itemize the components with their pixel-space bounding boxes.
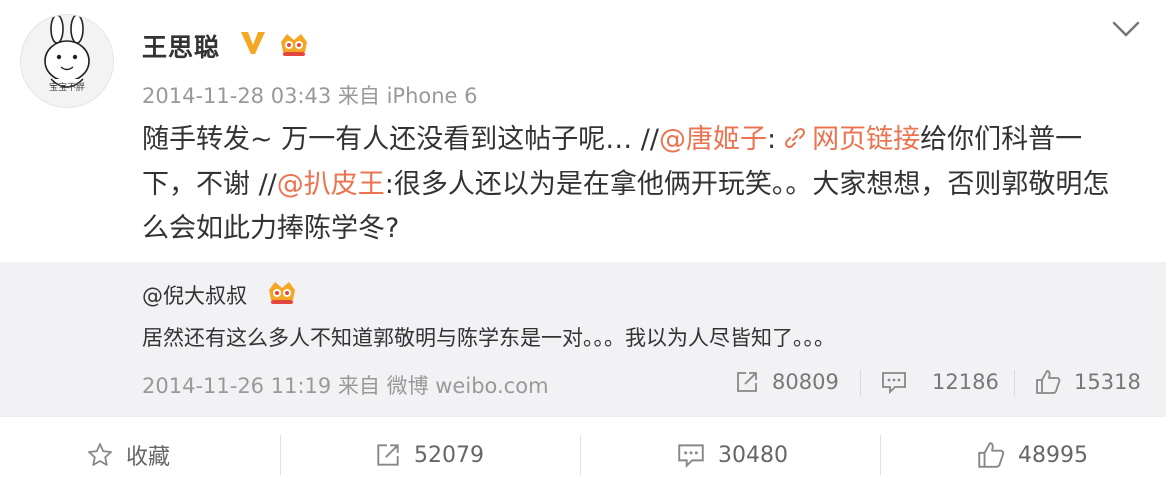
bunny-avatar-icon	[44, 15, 90, 88]
avatar[interactable]: 宝宝不胖	[20, 14, 114, 108]
original-author[interactable]: @倪大叔叔	[142, 280, 247, 310]
original-comment-button[interactable]: 12186	[880, 366, 999, 398]
link-icon	[784, 119, 806, 163]
like-count: 48995	[1018, 442, 1088, 468]
action-bar: 收藏 52079 30480 48995	[0, 416, 1166, 493]
original-meta: 2014-11-26 11:19 来自 微博 weibo.com	[142, 374, 549, 398]
repost-icon	[377, 444, 399, 466]
original-repost-button[interactable]: 80809	[734, 366, 839, 398]
mention-link[interactable]: @扒皮王	[277, 169, 385, 200]
post-text-part: 随手转发~ 万一有人还没看到这帖子呢… //	[142, 124, 659, 155]
divider	[580, 435, 581, 475]
post-text: 随手转发~ 万一有人还没看到这帖子呢… //@唐姬子: 网页链接给你们科普一下，不…	[142, 118, 1132, 251]
favorite-button[interactable]: 收藏	[86, 417, 170, 493]
username[interactable]: 王思聪	[142, 28, 220, 64]
comment-icon	[882, 372, 906, 395]
comment-icon	[678, 444, 704, 469]
favorite-label: 收藏	[126, 445, 171, 470]
comment-button[interactable]: 30480	[676, 417, 788, 493]
repost-icon	[737, 372, 757, 392]
repost-button[interactable]: 52079	[374, 417, 484, 493]
original-like-button[interactable]: 15318	[1034, 366, 1141, 398]
divider	[880, 435, 881, 475]
vip-crown-icon	[278, 30, 310, 62]
original-text: 居然还有这么多人不知道郭敬明与陈学东是一对。。。我以为人尽皆知了。。。	[142, 326, 835, 350]
original-post-box[interactable]: @倪大叔叔 居然还有这么多人不知道郭敬明与陈学东是一对。。。我以为人尽皆知了。。…	[0, 262, 1166, 416]
post-text-part: :	[766, 124, 777, 155]
star-icon	[88, 443, 112, 466]
divider	[1014, 370, 1015, 396]
original-comment-count: 12186	[932, 370, 999, 394]
web-link-label: 网页链接	[812, 124, 921, 155]
original-like-count: 15318	[1074, 370, 1141, 394]
original-repost-count: 80809	[772, 370, 839, 394]
mention-link[interactable]: @唐姬子	[659, 124, 767, 155]
like-icon	[978, 442, 1005, 468]
like-icon	[1036, 370, 1061, 394]
chevron-down-icon[interactable]	[1110, 18, 1142, 44]
repost-count: 52079	[414, 442, 484, 468]
divider	[280, 435, 281, 475]
divider	[860, 370, 861, 396]
comment-count: 30480	[718, 442, 788, 468]
like-button[interactable]: 48995	[976, 417, 1088, 493]
avatar-caption: 宝宝不胖	[48, 83, 85, 93]
verified-v-icon	[238, 28, 268, 62]
web-link[interactable]: 网页链接	[776, 124, 920, 155]
vip-crown-icon	[266, 278, 298, 310]
post-meta: 2014-11-28 03:43 来自 iPhone 6	[142, 84, 478, 108]
